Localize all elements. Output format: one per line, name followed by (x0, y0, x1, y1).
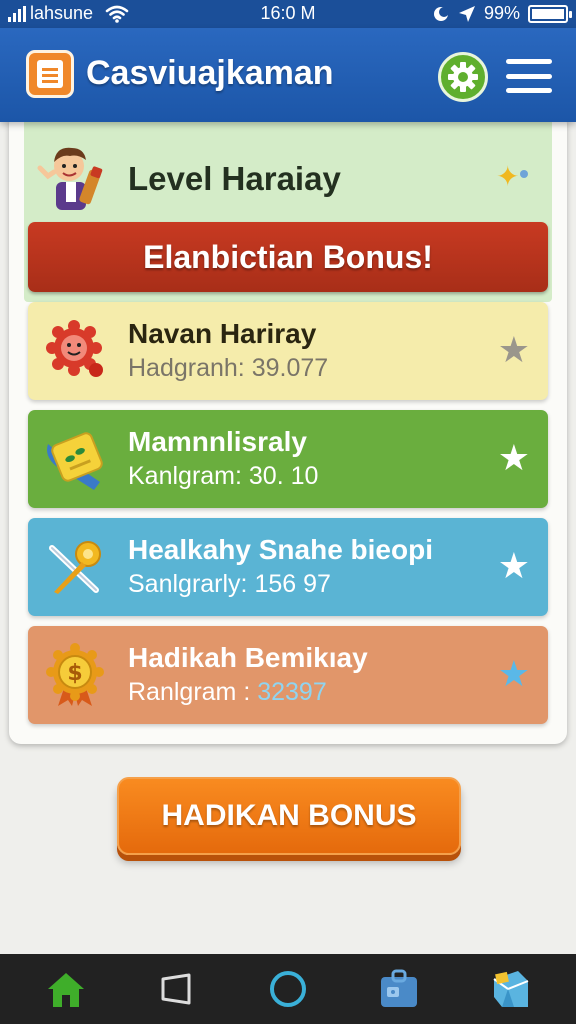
location-icon (458, 5, 475, 22)
app-title: Casviuajkaman (86, 54, 334, 92)
list-item[interactable]: $ Hadikah Bemikıay Ranlgram : 32397 ★ (28, 626, 548, 724)
gear-icon (448, 62, 478, 92)
star-icon[interactable]: ★ (498, 330, 530, 370)
back-icon (161, 973, 191, 1005)
svg-text:$: $ (67, 661, 82, 686)
circle-icon (269, 971, 306, 1007)
ticket-icon (47, 432, 103, 490)
nav-map-button[interactable] (480, 964, 540, 1014)
pin-icon (49, 541, 101, 594)
character-avatar-icon (37, 147, 103, 210)
nav-home-circle-button[interactable] (258, 964, 318, 1014)
star-icon[interactable]: ★ (498, 438, 530, 478)
menu-line (506, 88, 552, 93)
bonus-banner[interactable]: Elanbictian Bonus! (28, 222, 548, 292)
item-subtitle-value: 32397 (257, 678, 327, 706)
wallet-icon (381, 969, 418, 1007)
app-logo-icon (26, 50, 74, 98)
list-item[interactable]: Healkahy Snahe bieopi Sanlgrarly: 156 97… (28, 518, 548, 616)
dollar-medal-icon: $ (46, 643, 104, 706)
star-icon[interactable]: ★ (498, 546, 530, 586)
status-right: 99% (432, 3, 572, 24)
nav-home-button[interactable] (36, 964, 96, 1014)
moon-icon (433, 6, 449, 21)
item-title: Navan Hariray (128, 318, 317, 349)
item-subtitle-value: 30. 10 (248, 462, 319, 490)
level-title: Level Haraiay (128, 160, 341, 197)
claim-bonus-button[interactable]: HADIKAN BONUS (117, 777, 461, 855)
sparkle-icon: ✦ (496, 160, 528, 193)
item-subtitle-label: Kanlgram: (128, 462, 249, 490)
home-icon (47, 973, 84, 1007)
bottom-nav (0, 954, 576, 1024)
item-subtitle: Kanlgram: 30. 10 (128, 462, 318, 491)
menu-line (506, 59, 552, 64)
item-title: Hadikah Bemikıay (128, 642, 368, 673)
item-subtitle-label: Sanlgrarly: (128, 570, 255, 598)
item-subtitle: Sanlgrarly: 156 97 (128, 570, 331, 599)
item-subtitle: Ranlgram : 32397 (128, 678, 327, 707)
item-subtitle: Hadgranh: 39.077 (128, 354, 328, 383)
hamburger-menu-button[interactable] (506, 56, 552, 96)
app-bar: Casviuajkaman (0, 28, 576, 122)
star-icon[interactable]: ★ (498, 654, 530, 694)
list-item[interactable]: Navan Hariray Hadgranh: 39.077 ★ (28, 302, 548, 400)
map-icon (493, 971, 529, 1007)
item-subtitle-label: Ranlgram : (128, 678, 258, 706)
list-item[interactable]: Mamnnlisraly Kanlgram: 30. 10 ★ (28, 410, 548, 508)
status-bar: lahsune 16:0 M 99% (0, 0, 576, 28)
item-subtitle-value: 156 97 (254, 570, 331, 598)
item-title: Mamnnlisraly (128, 426, 307, 457)
battery-icon (528, 4, 572, 23)
settings-button[interactable] (438, 52, 488, 102)
item-subtitle-value: 39.077 (251, 354, 329, 382)
battery-percent: 99% (483, 3, 520, 23)
red-gear-icon (46, 320, 103, 377)
menu-line (506, 73, 552, 79)
nav-wallet-button[interactable] (369, 964, 429, 1014)
item-subtitle-label: Hadgranh: (128, 354, 252, 382)
nav-back-button[interactable] (147, 964, 207, 1014)
item-title: Healkahy Snahe bieopi (128, 534, 433, 565)
